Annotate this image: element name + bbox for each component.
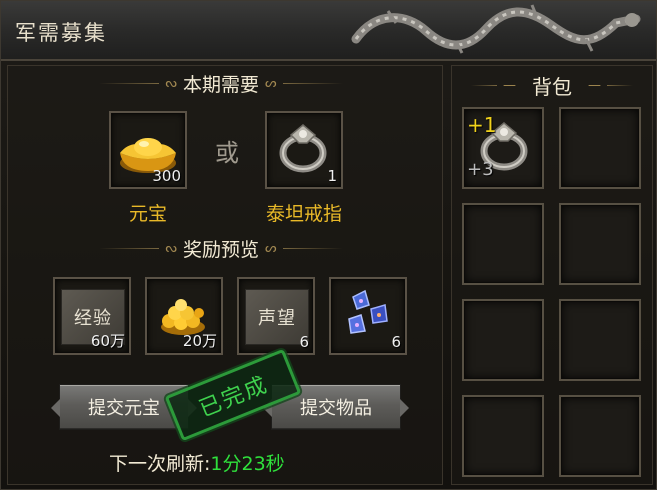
bag-slot[interactable] bbox=[462, 395, 544, 477]
requirement-gold-name: 元宝 bbox=[128, 203, 167, 225]
bag-slot[interactable] bbox=[559, 203, 641, 285]
ornament-icon: ᔕ bbox=[265, 240, 277, 256]
requirement-header: ᔓ 本期需要 ᔕ bbox=[91, 69, 351, 97]
title-bar: 军需募集 bbox=[1, 1, 656, 61]
bag-slot[interactable] bbox=[462, 203, 544, 285]
ornament-icon: ᔕ bbox=[265, 75, 277, 91]
or-label: 或 bbox=[215, 139, 239, 167]
military-supply-window: 军需募集 ᔓ 本期需要 ᔕ 300 元宝 或 1 泰坦戒指 ᔓ 奖励预览 ᔕ 经… bbox=[0, 0, 657, 490]
dragon-ornament-icon bbox=[351, 4, 641, 54]
requirement-ring-slot[interactable]: 1 bbox=[265, 111, 343, 189]
enhance-sub-level: +3 bbox=[467, 159, 494, 180]
item-count: 60万 bbox=[90, 332, 125, 350]
item-count: 1 bbox=[327, 167, 337, 185]
requirement-gold-slot[interactable]: 300 bbox=[109, 111, 187, 189]
window-title: 军需募集 bbox=[15, 21, 107, 45]
ornament-icon: — bbox=[588, 77, 601, 93]
bag-header: — 背包 — bbox=[467, 71, 637, 99]
bag-slot[interactable]: +1 +3 bbox=[462, 107, 544, 189]
refresh-label: 下一次刷新: bbox=[109, 453, 211, 475]
item-count: 300 bbox=[152, 167, 181, 185]
requirement-header-label: 本期需要 bbox=[182, 73, 259, 96]
bag-slot[interactable] bbox=[559, 395, 641, 477]
bag-slot[interactable] bbox=[559, 107, 641, 189]
refresh-time: 1分23秒 bbox=[210, 453, 285, 475]
enhance-level: +1 bbox=[467, 113, 497, 137]
rewards-header: ᔓ 奖励预览 ᔕ bbox=[91, 234, 351, 262]
reward-exp-slot[interactable]: 经验 60万 bbox=[53, 277, 131, 355]
reward-prestige-slot[interactable]: 声望 6 bbox=[237, 277, 315, 355]
ornament-icon: ᔓ bbox=[165, 240, 177, 256]
bag-header-label: 背包 bbox=[532, 74, 572, 99]
requirement-ring-name: 泰坦戒指 bbox=[265, 203, 342, 225]
item-count: 6 bbox=[391, 333, 401, 351]
rewards-header-label: 奖励预览 bbox=[182, 238, 259, 261]
item-count: 20万 bbox=[182, 332, 217, 350]
reward-gem-slot[interactable]: 6 bbox=[329, 277, 407, 355]
bag-slot[interactable] bbox=[462, 299, 544, 381]
refresh-timer: 下一次刷新:1分23秒 bbox=[109, 449, 285, 476]
bag-slot[interactable] bbox=[559, 299, 641, 381]
reward-gold-coins-slot[interactable]: 20万 bbox=[145, 277, 223, 355]
ornament-icon: — bbox=[503, 77, 516, 93]
item-count: 6 bbox=[299, 333, 309, 351]
ornament-icon: ᔓ bbox=[165, 75, 177, 91]
